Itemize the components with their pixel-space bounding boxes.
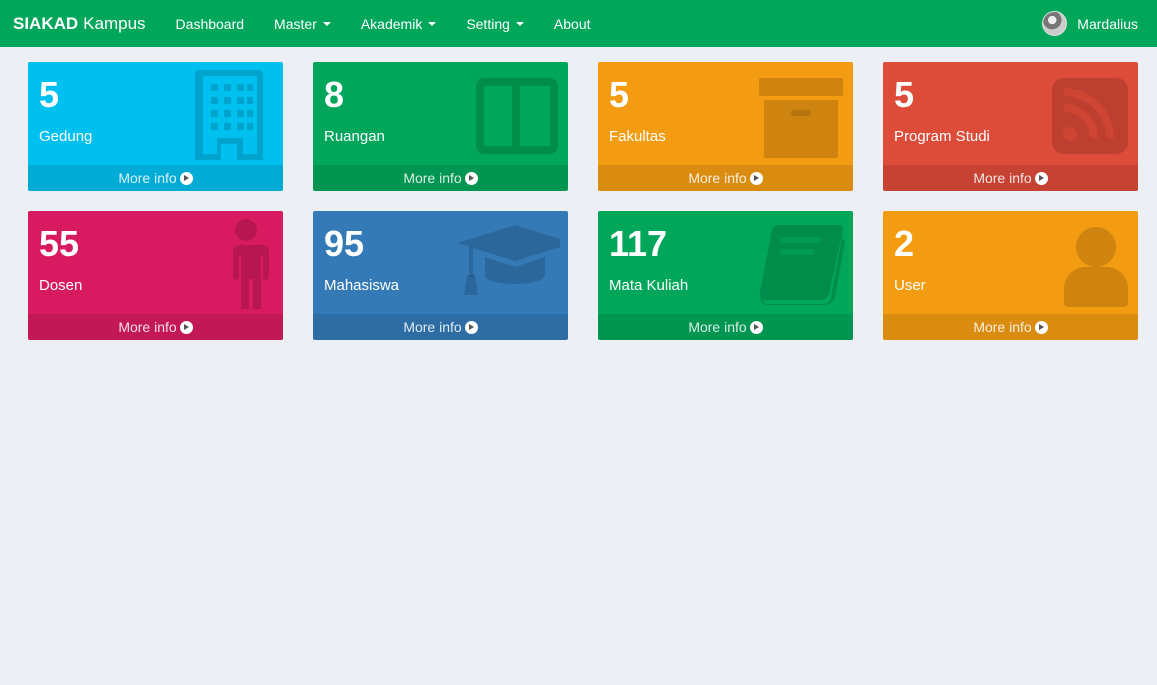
stat-box-user: 2 User More info	[883, 211, 1138, 340]
more-info-label: More info	[403, 170, 462, 186]
more-info-link[interactable]: More info	[28, 165, 283, 191]
more-info-label: More info	[973, 319, 1032, 335]
caret-down-icon	[428, 21, 437, 26]
arrow-circle-right-icon	[464, 172, 478, 185]
more-info-link[interactable]: More info	[28, 314, 283, 340]
nav-setting-label: Setting	[466, 15, 510, 32]
stat-box-ruangan: 8 Ruangan More info	[313, 62, 568, 191]
stat-label: Mahasiswa	[324, 277, 400, 294]
stat-box-fakultas: 5 Fakultas More info	[598, 62, 853, 191]
main-nav: Dashboard Master Akademik Setting About	[161, 0, 606, 47]
more-info-link[interactable]: More info	[883, 165, 1138, 191]
brand-logo[interactable]: SIAKAD Kampus	[13, 14, 146, 34]
more-info-label: More info	[973, 170, 1032, 186]
arrow-circle-right-icon	[749, 172, 763, 185]
stat-label: Ruangan	[324, 128, 385, 145]
more-info-link[interactable]: More info	[313, 314, 568, 340]
caret-down-icon	[322, 21, 331, 26]
user-menu[interactable]: Mardalius	[1042, 0, 1138, 47]
brand-rest: Kampus	[83, 13, 146, 33]
stat-label: Mata Kuliah	[609, 277, 689, 294]
arrow-circle-right-icon	[1034, 321, 1048, 334]
brand-bold: SIAKAD	[13, 13, 79, 33]
more-info-link[interactable]: More info	[883, 314, 1138, 340]
nav-dashboard-label: Dashboard	[175, 15, 245, 32]
stat-box-mahasiswa: 95 Mahasiswa More info	[313, 211, 568, 340]
arrow-circle-right-icon	[179, 172, 193, 185]
stat-value: 117	[609, 223, 668, 264]
stat-value: 55	[39, 223, 80, 264]
more-info-label: More info	[688, 319, 747, 335]
nav-akademik-dropdown[interactable]: Akademik	[346, 0, 451, 47]
more-info-label: More info	[118, 170, 177, 186]
stat-label: Dosen	[39, 277, 83, 294]
stat-value: 5	[609, 74, 630, 115]
stat-box-gedung: 5 Gedung More info	[28, 62, 283, 191]
stat-value: 95	[324, 223, 365, 264]
user-name: Mardalius	[1077, 15, 1138, 32]
stat-value: 5	[39, 74, 60, 115]
more-info-link[interactable]: More info	[598, 314, 853, 340]
nav-dashboard[interactable]: Dashboard	[161, 0, 260, 47]
stat-value: 5	[894, 74, 915, 115]
arrow-circle-right-icon	[464, 321, 478, 334]
stat-box-mata-kuliah: 117 Mata Kuliah More info	[598, 211, 853, 340]
nav-master-dropdown[interactable]: Master	[259, 0, 346, 47]
stat-label: Program Studi	[894, 128, 990, 145]
nav-about[interactable]: About	[539, 0, 606, 47]
stat-boxes-grid: 5 Gedung More info 8 Ruangan More info 5	[28, 62, 1138, 340]
stat-label: User	[894, 277, 926, 294]
nav-setting-dropdown[interactable]: Setting	[451, 0, 539, 47]
arrow-circle-right-icon	[749, 321, 763, 334]
more-info-label: More info	[118, 319, 177, 335]
more-info-label: More info	[688, 170, 747, 186]
nav-about-label: About	[553, 15, 591, 32]
caret-down-icon	[515, 21, 524, 26]
more-info-link[interactable]: More info	[598, 165, 853, 191]
more-info-link[interactable]: More info	[313, 165, 568, 191]
nav-akademik-label: Akademik	[360, 15, 423, 32]
stat-box-program-studi: 5 Program Studi More info	[883, 62, 1138, 191]
stat-label: Gedung	[39, 128, 93, 145]
stat-box-dosen: 55 Dosen More info	[28, 211, 283, 340]
arrow-circle-right-icon	[1034, 172, 1048, 185]
top-navbar: SIAKAD Kampus Dashboard Master Akademik …	[0, 0, 1157, 47]
stat-value: 8	[324, 74, 345, 115]
nav-master-label: Master	[274, 15, 317, 32]
stat-label: Fakultas	[609, 128, 666, 145]
more-info-label: More info	[403, 319, 462, 335]
avatar	[1042, 11, 1068, 36]
arrow-circle-right-icon	[179, 321, 193, 334]
stat-value: 2	[894, 223, 915, 264]
